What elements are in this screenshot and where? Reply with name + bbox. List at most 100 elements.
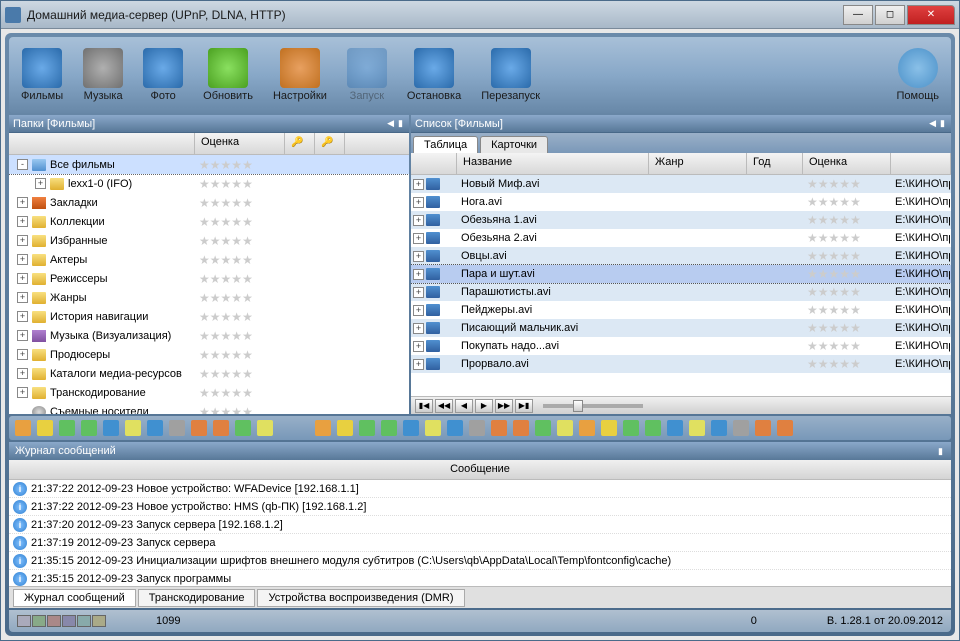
star-icon[interactable]: ★ <box>210 329 221 343</box>
row-expander-icon[interactable]: + <box>413 233 424 244</box>
rating-cell[interactable]: ★★★★★ <box>199 348 299 362</box>
tree-item[interactable]: -Все фильмы★★★★★ <box>9 155 409 174</box>
log-row[interactable]: i21:37:22 2012-09-23 Новое устройство: H… <box>9 498 951 516</box>
toolbar-icon-27[interactable] <box>645 420 661 436</box>
tree-item[interactable]: +Режиссеры★★★★★ <box>9 269 409 288</box>
star-icon[interactable]: ★ <box>850 213 861 227</box>
list-row[interactable]: +Овцы.avi★★★★★E:\КИНО\при <box>411 247 951 265</box>
log-col-message[interactable]: Сообщение <box>9 460 951 480</box>
expander-icon[interactable]: + <box>17 254 28 265</box>
log-close-icon[interactable]: ▮ <box>936 446 945 457</box>
log-row[interactable]: i21:35:15 2012-09-23 Запуск программы <box>9 570 951 586</box>
restart-button[interactable]: Перезапуск <box>477 46 544 104</box>
rewind-button[interactable]: ◀◀ <box>435 399 453 413</box>
music-button[interactable]: Музыка <box>79 46 127 104</box>
star-icon[interactable]: ★ <box>242 386 253 400</box>
star-icon[interactable]: ★ <box>242 329 253 343</box>
log-tab-transcode[interactable]: Транскодирование <box>138 589 256 607</box>
close-button[interactable]: ✕ <box>907 5 955 25</box>
star-icon[interactable]: ★ <box>839 213 850 227</box>
list-row[interactable]: +Пара и шут.avi★★★★★E:\КИНО\при <box>411 265 951 283</box>
row-expander-icon[interactable]: + <box>413 269 424 280</box>
toolbar-icon-25[interactable] <box>601 420 617 436</box>
star-icon[interactable]: ★ <box>829 285 840 299</box>
toolbar-icon-22[interactable] <box>535 420 551 436</box>
star-icon[interactable]: ★ <box>231 367 242 381</box>
star-icon[interactable]: ★ <box>839 321 850 335</box>
star-icon[interactable]: ★ <box>807 303 818 317</box>
tree-item[interactable]: +История навигации★★★★★ <box>9 307 409 326</box>
rating-cell[interactable]: ★★★★★ <box>199 196 299 210</box>
toolbar-icon-0[interactable] <box>15 420 31 436</box>
expander-icon[interactable]: + <box>17 349 28 360</box>
star-icon[interactable]: ★ <box>818 357 829 371</box>
star-icon[interactable]: ★ <box>210 234 221 248</box>
star-icon[interactable]: ★ <box>807 177 818 191</box>
log-tab-dmr[interactable]: Устройства воспроизведения (DMR) <box>257 589 464 607</box>
expander-icon[interactable]: + <box>17 387 28 398</box>
star-icon[interactable]: ★ <box>242 158 253 172</box>
file-rating[interactable]: ★★★★★ <box>803 249 891 263</box>
star-icon[interactable]: ★ <box>210 158 221 172</box>
toolbar-icon-10[interactable] <box>235 420 251 436</box>
star-icon[interactable]: ★ <box>839 339 850 353</box>
star-icon[interactable]: ★ <box>199 272 210 286</box>
star-icon[interactable]: ★ <box>231 253 242 267</box>
toolbar-icon-23[interactable] <box>557 420 573 436</box>
star-icon[interactable]: ★ <box>210 310 221 324</box>
star-icon[interactable]: ★ <box>231 234 242 248</box>
tree-item[interactable]: +Закладки★★★★★ <box>9 193 409 212</box>
star-icon[interactable]: ★ <box>210 291 221 305</box>
log-row[interactable]: i21:37:20 2012-09-23 Запуск сервера [192… <box>9 516 951 534</box>
star-icon[interactable]: ★ <box>839 357 850 371</box>
star-icon[interactable]: ★ <box>818 195 829 209</box>
tree-item[interactable]: Съемные носители★★★★★ <box>9 402 409 414</box>
star-icon[interactable]: ★ <box>807 267 818 281</box>
star-icon[interactable]: ★ <box>231 291 242 305</box>
expander-icon[interactable]: + <box>17 197 28 208</box>
tree-item[interactable]: +Каталоги медиа-ресурсов★★★★★ <box>9 364 409 383</box>
star-icon[interactable]: ★ <box>221 196 232 210</box>
star-icon[interactable]: ★ <box>807 285 818 299</box>
toolbar-icon-2[interactable] <box>59 420 75 436</box>
file-rating[interactable]: ★★★★★ <box>803 177 891 191</box>
star-icon[interactable]: ★ <box>210 196 221 210</box>
star-icon[interactable]: ★ <box>221 405 232 415</box>
titlebar[interactable]: Домашний медиа-сервер (UPnP, DLNA, HTTP)… <box>1 1 959 29</box>
toolbar-icon-5[interactable] <box>125 420 141 436</box>
star-icon[interactable]: ★ <box>818 339 829 353</box>
star-icon[interactable]: ★ <box>829 339 840 353</box>
star-icon[interactable]: ★ <box>818 231 829 245</box>
file-rating[interactable]: ★★★★★ <box>803 267 891 281</box>
col-year[interactable]: Год <box>747 153 803 174</box>
star-icon[interactable]: ★ <box>199 196 210 210</box>
tree-item[interactable]: +Музыка (Визуализация)★★★★★ <box>9 326 409 345</box>
star-icon[interactable]: ★ <box>850 177 861 191</box>
rating-cell[interactable]: ★★★★★ <box>199 367 299 381</box>
file-rating[interactable]: ★★★★★ <box>803 231 891 245</box>
position-slider[interactable] <box>543 404 643 408</box>
file-rating[interactable]: ★★★★★ <box>803 213 891 227</box>
star-icon[interactable]: ★ <box>850 339 861 353</box>
log-row[interactable]: i21:37:19 2012-09-23 Запуск сервера <box>9 534 951 552</box>
col-rating2[interactable]: Оценка <box>803 153 891 174</box>
star-icon[interactable]: ★ <box>210 253 221 267</box>
star-icon[interactable]: ★ <box>221 291 232 305</box>
row-expander-icon[interactable]: + <box>413 179 424 190</box>
col-genre[interactable]: Жанр <box>649 153 747 174</box>
star-icon[interactable]: ★ <box>231 405 242 415</box>
toolbar-icon-26[interactable] <box>623 420 639 436</box>
photo-button[interactable]: Фото <box>139 46 187 104</box>
row-expander-icon[interactable]: + <box>413 215 424 226</box>
star-icon[interactable]: ★ <box>199 386 210 400</box>
star-icon[interactable]: ★ <box>199 367 210 381</box>
star-icon[interactable]: ★ <box>199 234 210 248</box>
star-icon[interactable]: ★ <box>807 321 818 335</box>
stop-button[interactable]: Остановка <box>403 46 465 104</box>
star-icon[interactable]: ★ <box>210 272 221 286</box>
toolbar-icon-32[interactable] <box>755 420 771 436</box>
star-icon[interactable]: ★ <box>231 329 242 343</box>
star-icon[interactable]: ★ <box>818 177 829 191</box>
star-icon[interactable]: ★ <box>850 321 861 335</box>
star-icon[interactable]: ★ <box>199 329 210 343</box>
